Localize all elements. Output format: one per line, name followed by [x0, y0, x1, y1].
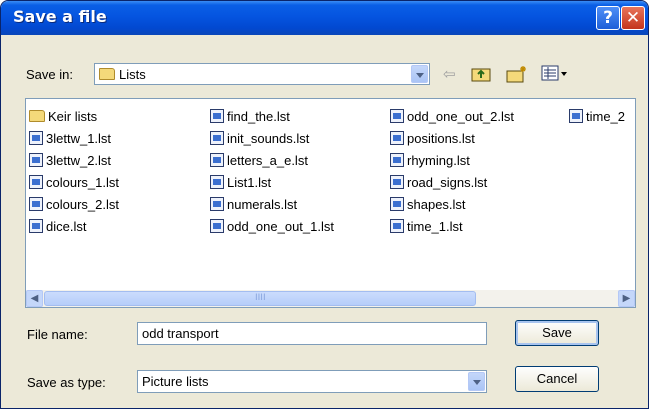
- file-icon: [210, 175, 224, 189]
- close-button[interactable]: ✕: [621, 6, 645, 30]
- list-item[interactable]: odd_one_out_1.lst: [210, 216, 334, 236]
- file-icon: [29, 153, 43, 167]
- back-arrow-icon[interactable]: ⇦: [443, 65, 456, 83]
- save-as-type-label: Save as type:: [27, 375, 106, 390]
- file-icon: [29, 175, 43, 189]
- list-item[interactable]: dice.lst: [29, 216, 86, 236]
- file-icon: [210, 109, 224, 123]
- dialog-title: Save a file: [13, 7, 107, 26]
- title-bar[interactable]: Save a file ? ✕: [1, 1, 648, 35]
- list-item[interactable]: Keir lists: [29, 106, 97, 126]
- list-item[interactable]: find_the.lst: [210, 106, 290, 126]
- list-item[interactable]: road_signs.lst: [390, 172, 487, 192]
- save-in-label: Save in:: [26, 67, 73, 82]
- file-name-label: File name:: [27, 327, 88, 342]
- new-folder-icon[interactable]: [506, 65, 528, 87]
- file-icon: [390, 197, 404, 211]
- file-name-input[interactable]: odd transport: [137, 322, 487, 345]
- list-item[interactable]: colours_1.lst: [29, 172, 119, 192]
- list-item[interactable]: time_2: [569, 106, 625, 126]
- file-icon: [569, 109, 583, 123]
- file-icon: [210, 219, 224, 233]
- horizontal-scrollbar[interactable]: ◀ IIII ▶: [26, 290, 635, 307]
- scrollbar-thumb[interactable]: IIII: [44, 291, 476, 306]
- file-icon: [29, 131, 43, 145]
- folder-icon: [99, 68, 115, 80]
- up-folder-icon[interactable]: [471, 65, 491, 86]
- list-item[interactable]: colours_2.lst: [29, 194, 119, 214]
- scroll-right-button[interactable]: ▶: [618, 290, 635, 307]
- file-icon: [390, 153, 404, 167]
- view-menu-icon[interactable]: [541, 65, 569, 85]
- folder-icon: [29, 110, 45, 122]
- file-icon: [29, 219, 43, 233]
- list-item[interactable]: shapes.lst: [390, 194, 466, 214]
- list-item[interactable]: List1.lst: [210, 172, 271, 192]
- save-as-type-value: Picture lists: [142, 374, 209, 389]
- file-icon: [390, 219, 404, 233]
- cancel-button[interactable]: Cancel: [515, 366, 599, 392]
- save-as-type-dropdown[interactable]: Picture lists: [137, 370, 487, 393]
- save-in-value: Lists: [119, 67, 146, 82]
- scroll-left-button[interactable]: ◀: [26, 290, 43, 307]
- chevron-down-icon[interactable]: [468, 372, 485, 391]
- list-item[interactable]: letters_a_e.lst: [210, 150, 308, 170]
- list-item[interactable]: time_1.lst: [390, 216, 463, 236]
- file-icon: [390, 175, 404, 189]
- save-in-dropdown[interactable]: Lists: [94, 63, 430, 85]
- grip-icon: IIII: [255, 293, 266, 303]
- list-item[interactable]: rhyming.lst: [390, 150, 470, 170]
- list-item[interactable]: init_sounds.lst: [210, 128, 309, 148]
- file-icon: [210, 197, 224, 211]
- chevron-down-icon[interactable]: [411, 65, 428, 83]
- file-icon: [390, 109, 404, 123]
- list-item[interactable]: positions.lst: [390, 128, 475, 148]
- help-button[interactable]: ?: [596, 6, 620, 30]
- list-item[interactable]: 3lettw_1.lst: [29, 128, 111, 148]
- list-item[interactable]: odd_one_out_2.lst: [390, 106, 514, 126]
- file-icon: [210, 131, 224, 145]
- file-icon: [210, 153, 224, 167]
- save-file-dialog: Save a file ? ✕ Save in: Lists ⇦ Keir li…: [0, 0, 649, 409]
- file-icon: [390, 131, 404, 145]
- file-icon: [29, 197, 43, 211]
- list-item[interactable]: numerals.lst: [210, 194, 297, 214]
- save-button[interactable]: Save: [515, 320, 599, 346]
- file-list[interactable]: Keir lists 3lettw_1.lst 3lettw_2.lst col…: [25, 98, 636, 308]
- list-item[interactable]: 3lettw_2.lst: [29, 150, 111, 170]
- file-name-value: odd transport: [142, 326, 219, 341]
